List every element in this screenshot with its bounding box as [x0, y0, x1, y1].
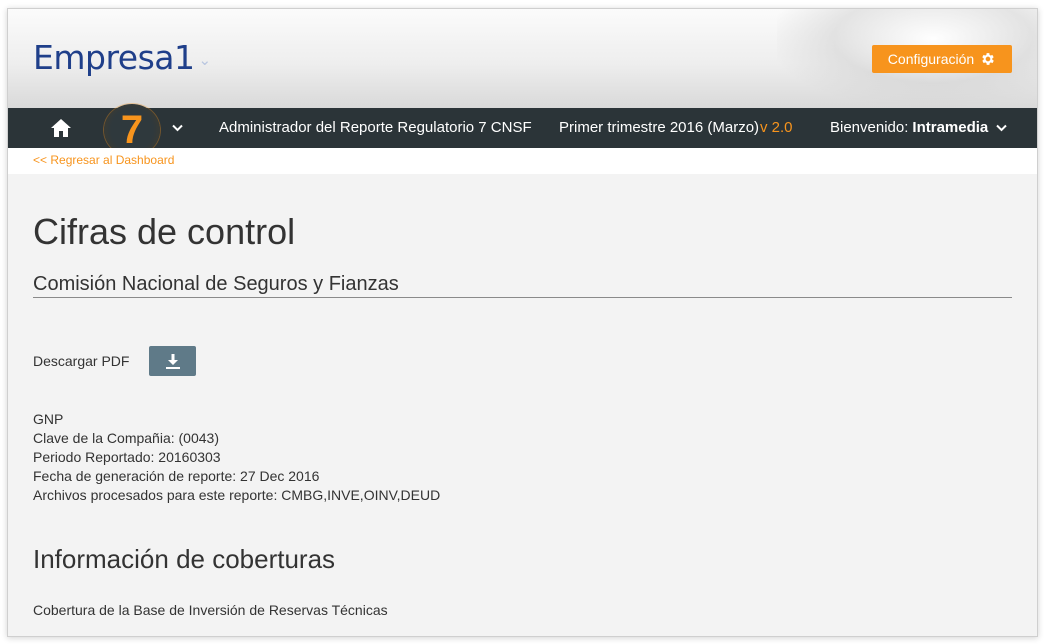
user-name: Intramedia: [912, 119, 989, 136]
logo-chevron-icon: ⌄: [198, 50, 212, 69]
home-icon: [50, 119, 71, 137]
chevron-down-icon: [996, 124, 1007, 132]
welcome-label: Bienvenido:: [830, 119, 909, 136]
download-pdf-button[interactable]: [149, 346, 196, 376]
back-bar: << Regresar al Dashboard: [8, 148, 1037, 174]
divider: [33, 297, 1012, 298]
report-period: Primer trimestre 2016 (Marzo): [559, 119, 760, 136]
coverage-item: Cobertura de la Base de Inversión de Res…: [33, 602, 388, 618]
chevron-down-icon: [171, 124, 183, 132]
home-button[interactable]: [38, 108, 83, 148]
report-number: 7: [120, 108, 144, 152]
report-version: v 2.0: [760, 119, 793, 136]
company-key: Clave de la Compañia: (0043): [33, 430, 219, 446]
main-navbar: 7 Administrador del Reporte Regulatorio …: [8, 104, 1037, 156]
top-header: Empresa1 ⌄ Configuración: [8, 9, 1037, 108]
back-to-dashboard-link[interactable]: << Regresar al Dashboard: [33, 153, 174, 167]
download-icon: [165, 353, 180, 369]
company-name: GNP: [33, 411, 64, 427]
coverage-section-title: Información de coberturas: [33, 544, 336, 574]
logo-text: Empresa1: [33, 38, 195, 77]
generation-date: Fecha de generación de reporte: 27 Dec 2…: [33, 468, 320, 484]
report-menu-toggle[interactable]: [168, 108, 186, 148]
page-subtitle: Comisión Nacional de Seguros y Fianzas: [33, 273, 399, 295]
processed-files: Archivos procesados para este reporte: C…: [33, 487, 441, 503]
page-title: Cifras de control: [33, 211, 296, 252]
app-window: Empresa1 ⌄ Configuración 7 Administrador…: [7, 8, 1038, 637]
download-pdf-label: Descargar PDF: [33, 353, 130, 369]
config-button-label: Configuración: [887, 51, 975, 67]
report-info: GNP Clave de la Compañia: (0043) Periodo…: [33, 410, 440, 505]
period-reported: Periodo Reportado: 20160303: [33, 449, 221, 465]
config-button[interactable]: Configuración: [872, 45, 1012, 73]
gear-icon: [982, 53, 994, 65]
company-logo[interactable]: Empresa1 ⌄: [33, 38, 211, 77]
report-admin-title: Administrador del Reporte Regulatorio 7 …: [219, 119, 532, 136]
user-menu[interactable]: Bienvenido: Intramedia: [830, 108, 1007, 148]
